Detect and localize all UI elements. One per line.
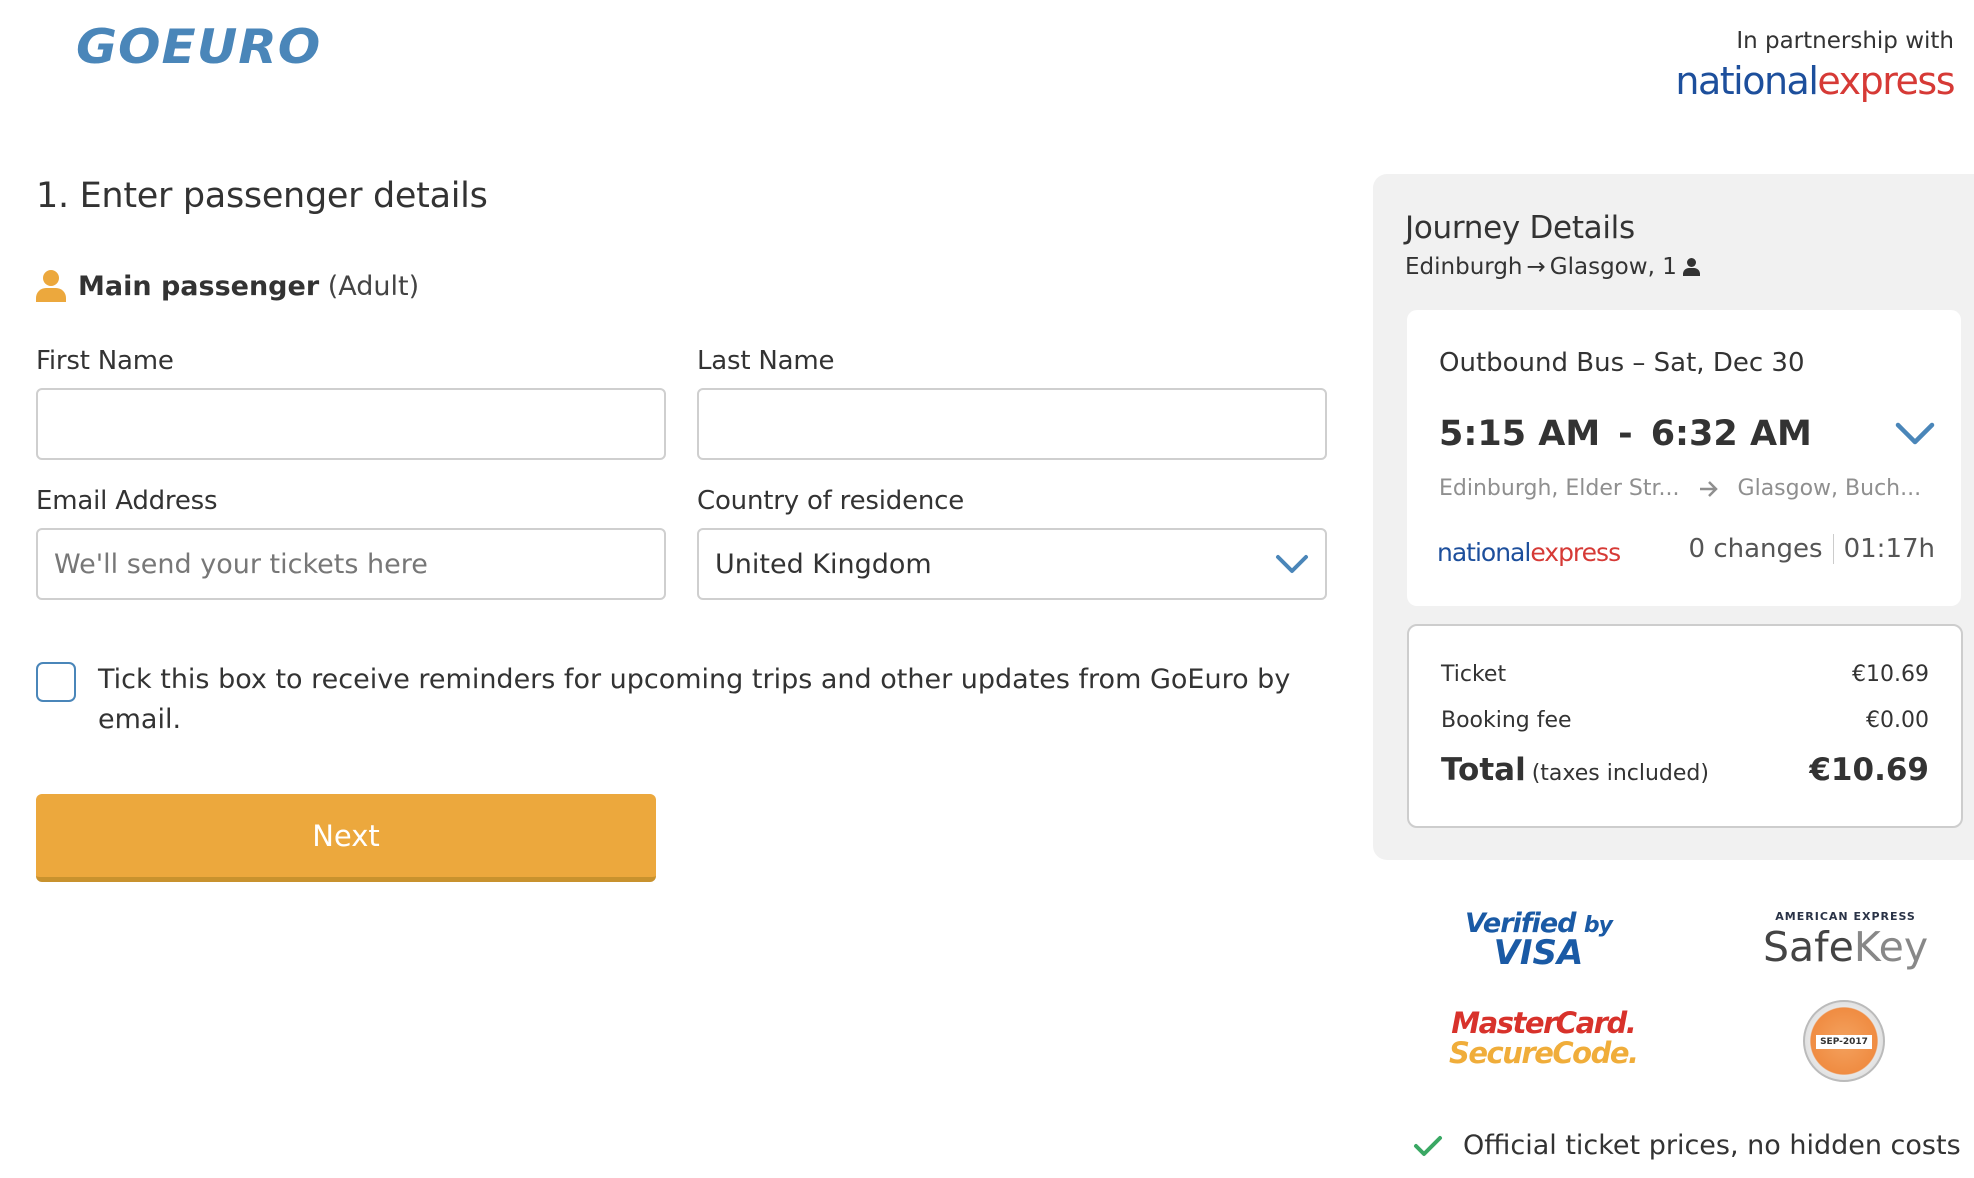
mastercard-securecode-badge: MasterCard. SecureCode. (1449, 1006, 1639, 1070)
journey-title: Journey Details (1405, 210, 1635, 246)
mastercard-label: MasterCard. (1451, 1006, 1636, 1040)
verified-by-visa-badge: Verified by VISA (1465, 908, 1613, 973)
outbound-trip-card[interactable]: Outbound Bus – Sat, Dec 30 5:15 AM - 6:3… (1407, 310, 1961, 606)
arrive-time: 6:32 AM (1650, 414, 1812, 454)
goeuro-logo[interactable]: GOEURO (76, 19, 321, 74)
person-icon (1682, 258, 1700, 276)
price-guarantee: Official ticket prices, no hidden costs (1413, 1130, 1961, 1161)
logo-national: national (1437, 538, 1531, 567)
journey-route: Edinburgh → Glasgow, 1 (1405, 254, 1700, 280)
amex-key: Key (1853, 923, 1929, 971)
partner-label: In partnership with (1736, 28, 1954, 54)
journey-details-panel: Journey Details Edinburgh → Glasgow, 1 O… (1373, 174, 1974, 860)
total-value: €10.69 (1809, 752, 1929, 788)
pci-dss-badge: SEP-2017 (1803, 1000, 1885, 1082)
person-icon (36, 270, 66, 302)
security-badges: Verified by VISA AMERICAN EXPRESS SafeKe… (1373, 880, 1974, 1100)
newsletter-checkbox[interactable] (36, 662, 76, 702)
trip-duration: 01:17h (1843, 534, 1935, 564)
guarantee-text: Official ticket prices, no hidden costs (1463, 1130, 1961, 1161)
time-separator: - (1618, 414, 1633, 454)
check-icon (1414, 1135, 1442, 1156)
trip-meta: 0 changes 01:17h (1689, 534, 1935, 564)
pci-date: SEP-2017 (1816, 1035, 1872, 1049)
partner-block: In partnership with nationalexpress (1675, 28, 1955, 103)
last-name-label: Last Name (697, 346, 835, 376)
divider (1832, 534, 1834, 564)
logo-national: national (1675, 59, 1819, 103)
from-stop: Edinburgh, Elder Str... (1439, 476, 1680, 501)
email-field: Email Address (36, 486, 666, 600)
trip-stops: Edinburgh, Elder Str... Glasgow, Buch... (1439, 476, 1921, 501)
amex-label: AMERICAN EXPRESS (1775, 910, 1916, 923)
trip-changes: 0 changes (1688, 534, 1823, 564)
securecode-label: SecureCode. (1449, 1036, 1639, 1070)
amex-safekey-badge: AMERICAN EXPRESS SafeKey (1763, 910, 1928, 971)
newsletter-label[interactable]: Tick this box to receive reminders for u… (98, 660, 1298, 740)
chevron-down-icon[interactable] (1895, 422, 1935, 446)
depart-time: 5:15 AM (1439, 414, 1601, 454)
route-to: Glasgow, 1 (1549, 254, 1677, 280)
route-arrow-icon: → (1526, 254, 1546, 280)
carrier-logo: nationalexpress (1437, 538, 1621, 567)
passenger-role: Main passenger (78, 270, 320, 302)
trip-title: Outbound Bus – Sat, Dec 30 (1439, 348, 1805, 378)
ticket-label: Ticket (1441, 662, 1507, 687)
fee-value: €0.00 (1866, 708, 1929, 733)
first-name-field: First Name (36, 346, 666, 460)
price-summary: Ticket €10.69 Booking fee €0.00 Total (ta… (1407, 624, 1963, 828)
trip-times: 5:15 AM - 6:32 AM (1439, 414, 1812, 454)
national-express-logo: nationalexpress (1675, 59, 1955, 103)
last-name-input[interactable] (697, 388, 1327, 460)
page-title: 1. Enter passenger details (36, 176, 488, 216)
last-name-field: Last Name (697, 346, 1327, 460)
first-name-label: First Name (36, 346, 174, 376)
email-label: Email Address (36, 486, 218, 516)
pci-seal-icon: SEP-2017 (1803, 1000, 1885, 1082)
price-row-total: Total (taxes included) €10.69 (1441, 752, 1929, 788)
total-note: (taxes included) (1531, 761, 1709, 786)
next-button[interactable]: Next (36, 794, 656, 882)
ticket-value: €10.69 (1852, 662, 1929, 687)
fee-label: Booking fee (1441, 708, 1572, 733)
route-from: Edinburgh (1405, 254, 1523, 280)
country-select[interactable]: United Kingdom (697, 528, 1327, 600)
visa-by: by (1583, 913, 1613, 938)
visa-label: VISA (1493, 933, 1584, 973)
passenger-type: (Adult) (327, 270, 420, 302)
email-input[interactable] (36, 528, 666, 600)
newsletter-option: Tick this box to receive reminders for u… (36, 660, 1326, 740)
passenger-header: Main passenger (Adult) (36, 270, 419, 302)
country-label: Country of residence (697, 486, 965, 516)
country-field: Country of residence United Kingdom (697, 486, 1327, 600)
country-selected-value: United Kingdom (715, 548, 932, 580)
amex-safe: Safe (1763, 923, 1854, 971)
total-label: Total (1441, 752, 1526, 788)
logo-express: express (1530, 538, 1621, 567)
price-row-ticket: Ticket €10.69 (1441, 662, 1929, 687)
price-row-fee: Booking fee €0.00 (1441, 708, 1929, 733)
chevron-down-icon (1276, 555, 1308, 573)
logo-express: express (1817, 59, 1955, 103)
first-name-input[interactable] (36, 388, 666, 460)
arrow-right-icon (1699, 480, 1718, 497)
to-stop: Glasgow, Buch... (1737, 476, 1922, 501)
